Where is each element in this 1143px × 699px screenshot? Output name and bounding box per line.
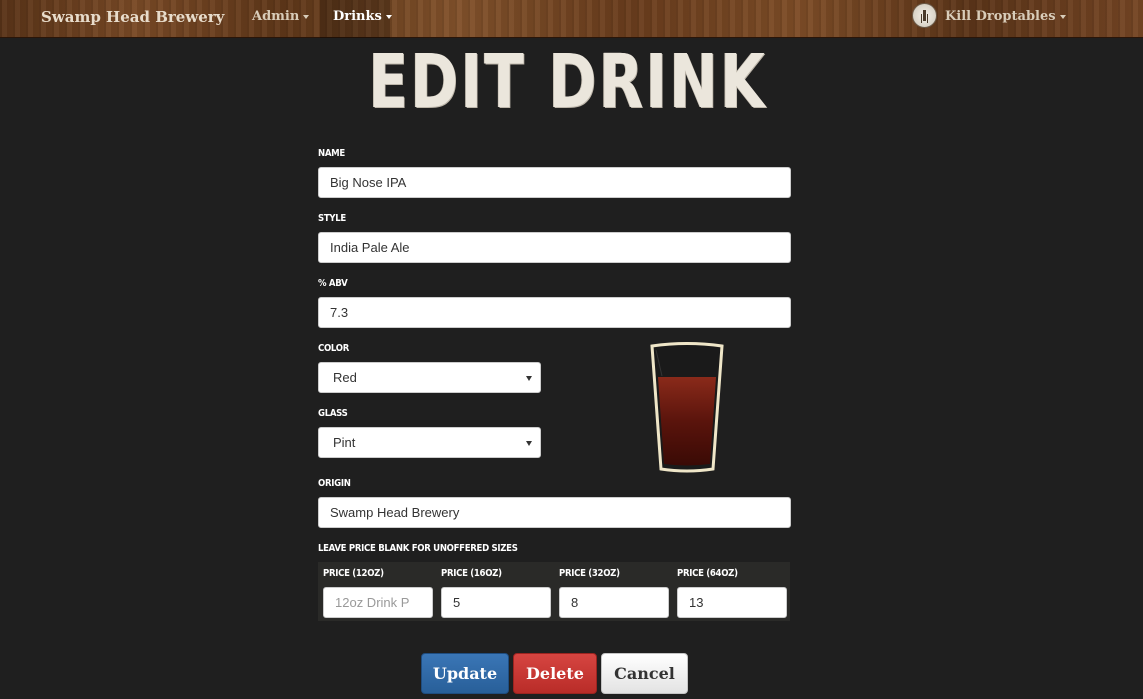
- origin-input[interactable]: Swamp Head Brewery: [318, 497, 791, 528]
- prices-note: LEAVE PRICE BLANK FOR UNOFFERED SIZES: [318, 543, 518, 554]
- price-64oz-input[interactable]: 13: [677, 587, 787, 618]
- price-64oz-label: PRICE (64OZ): [677, 568, 738, 579]
- price-16oz-label: PRICE (16OZ): [441, 568, 502, 579]
- update-button[interactable]: Update: [421, 653, 509, 694]
- nav-user-label: Kill Droptables: [945, 9, 1056, 24]
- user-avatar-icon[interactable]: [912, 3, 937, 28]
- abv-label: % ABV: [318, 278, 348, 289]
- brand-link[interactable]: Swamp Head Brewery: [41, 8, 224, 26]
- price-16oz-input[interactable]: 5: [441, 587, 551, 618]
- nav-drinks-dropdown[interactable]: Drinks: [320, 0, 392, 38]
- glass-select-value: Pint: [333, 435, 356, 450]
- chevron-down-icon: [526, 375, 532, 381]
- caret-down-icon: [303, 14, 310, 19]
- cancel-button[interactable]: Cancel: [601, 653, 688, 694]
- chevron-down-icon: [526, 440, 532, 446]
- delete-button[interactable]: Delete: [513, 653, 597, 694]
- glass-label: GLASS: [318, 408, 348, 419]
- nav-user-dropdown[interactable]: Kill Droptables: [945, 0, 1066, 38]
- price-32oz-input[interactable]: 8: [559, 587, 669, 618]
- abv-input[interactable]: 7.3: [318, 297, 791, 328]
- caret-down-icon: [385, 14, 392, 19]
- caret-down-icon: [1059, 14, 1066, 19]
- nav-admin-dropdown[interactable]: Admin: [238, 0, 320, 38]
- nav-drinks-label: Drinks: [333, 9, 382, 24]
- name-input[interactable]: Big Nose IPA: [318, 167, 791, 198]
- page-title: EDIT DRINK: [368, 39, 768, 125]
- style-input[interactable]: India Pale Ale: [318, 232, 791, 263]
- color-label: COLOR: [318, 343, 349, 354]
- pint-glass-preview: [650, 342, 724, 473]
- price-12oz-input[interactable]: 12oz Drink P: [323, 587, 433, 618]
- price-32oz-label: PRICE (32OZ): [559, 568, 620, 579]
- top-navbar: Swamp Head Brewery Admin Drinks Kill Dro…: [0, 0, 1143, 38]
- color-select-value: Red: [333, 370, 357, 385]
- name-label: NAME: [318, 148, 345, 159]
- nav-admin-label: Admin: [252, 9, 300, 24]
- color-select[interactable]: Red: [318, 362, 541, 393]
- style-label: STYLE: [318, 213, 346, 224]
- glass-select[interactable]: Pint: [318, 427, 541, 458]
- price-12oz-label: PRICE (12OZ): [323, 568, 384, 579]
- origin-label: ORIGIN: [318, 478, 351, 489]
